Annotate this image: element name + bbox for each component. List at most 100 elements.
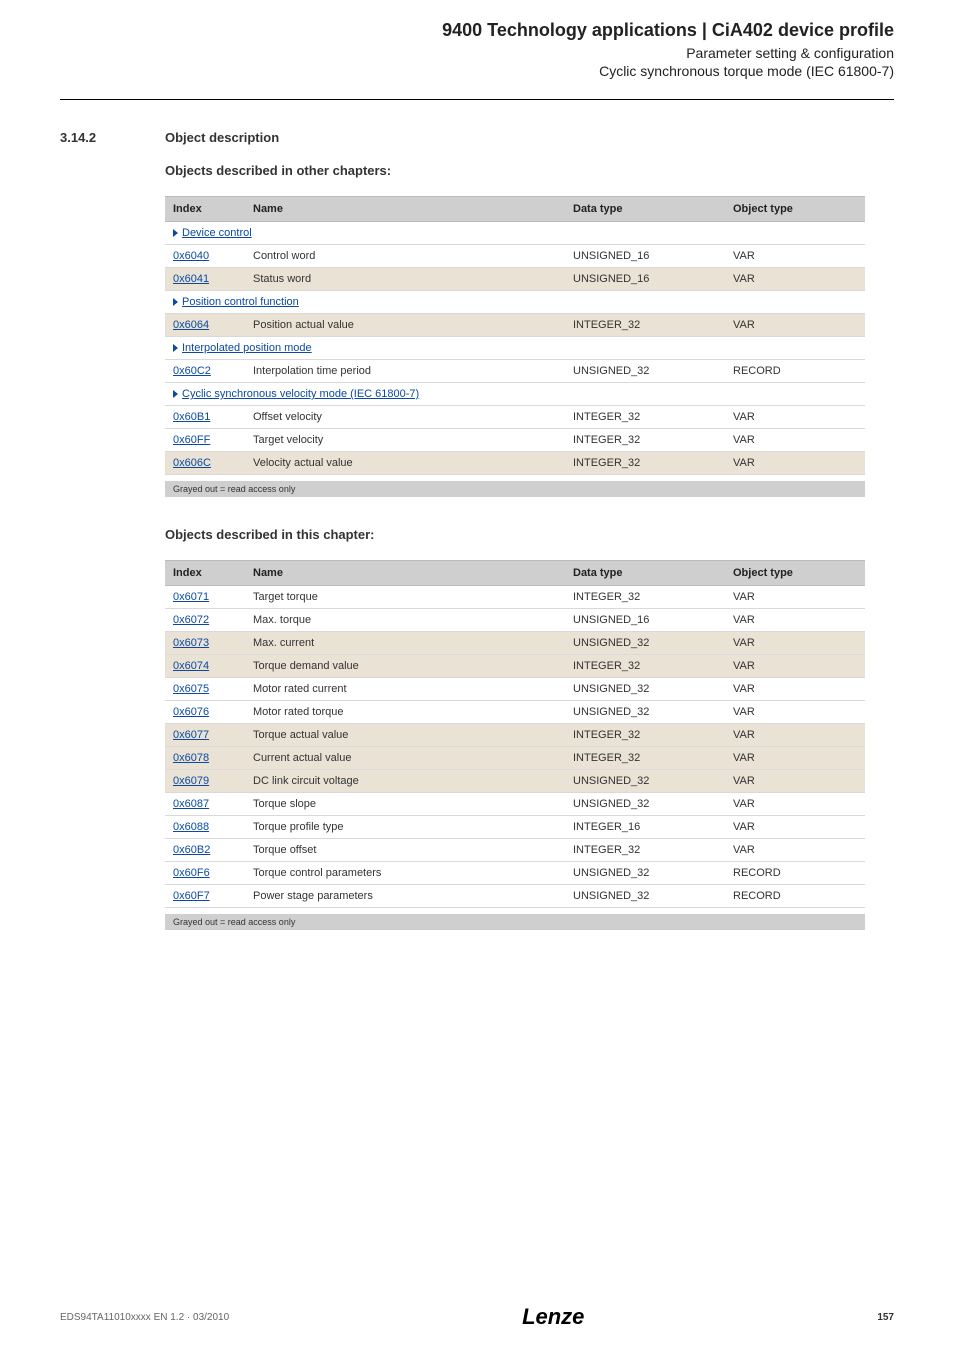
cell-name: Torque profile type (245, 816, 565, 839)
table-row: 0x6075 Motor rated current UNSIGNED_32 V… (165, 678, 865, 701)
index-link[interactable]: 0x6088 (173, 821, 209, 833)
cell-dtype: UNSIGNED_32 (565, 701, 725, 724)
table-row: 0x60B2 Torque offset INTEGER_32 VAR (165, 839, 865, 862)
cell-dtype: UNSIGNED_32 (565, 793, 725, 816)
cell-dtype: INTEGER_32 (565, 586, 725, 609)
index-link[interactable]: 0x6072 (173, 614, 209, 626)
group-link-device-control[interactable]: Device control (165, 222, 865, 245)
index-link[interactable]: 0x6040 (173, 250, 209, 262)
table-row: 0x606C Velocity actual value INTEGER_32 … (165, 452, 865, 475)
cell-name: Motor rated torque (245, 701, 565, 724)
table-row: 0x6041 Status word UNSIGNED_16 VAR (165, 268, 865, 291)
cell-name: Current actual value (245, 747, 565, 770)
cell-dtype: UNSIGNED_32 (565, 770, 725, 793)
cell-otype: VAR (725, 655, 865, 678)
th-name: Name (245, 561, 565, 586)
cell-dtype: UNSIGNED_32 (565, 678, 725, 701)
cell-otype: RECORD (725, 862, 865, 885)
table-row: 0x60F6 Torque control parameters UNSIGNE… (165, 862, 865, 885)
index-link[interactable]: 0x6041 (173, 273, 209, 285)
cell-dtype: INTEGER_32 (565, 314, 725, 337)
cell-name: Torque demand value (245, 655, 565, 678)
cell-otype: VAR (725, 678, 865, 701)
header-subtitle-2: Cyclic synchronous torque mode (IEC 6180… (60, 63, 894, 79)
cell-dtype: INTEGER_32 (565, 839, 725, 862)
cell-otype: VAR (725, 609, 865, 632)
cell-dtype: INTEGER_32 (565, 429, 725, 452)
cell-name: Power stage parameters (245, 885, 565, 908)
cell-dtype: INTEGER_32 (565, 655, 725, 678)
section-title: Object description (165, 130, 894, 145)
index-link[interactable]: 0x6064 (173, 319, 209, 331)
index-link[interactable]: 0x606C (173, 457, 211, 469)
cell-otype: VAR (725, 793, 865, 816)
cell-dtype: UNSIGNED_32 (565, 885, 725, 908)
table-row: 0x6087 Torque slope UNSIGNED_32 VAR (165, 793, 865, 816)
th-otype: Object type (725, 197, 865, 222)
subtitle-this-chapter: Objects described in this chapter: (165, 527, 894, 542)
table-row: 0x60FF Target velocity INTEGER_32 VAR (165, 429, 865, 452)
cell-otype: RECORD (725, 360, 865, 383)
cell-otype: VAR (725, 314, 865, 337)
cell-name: Status word (245, 268, 565, 291)
index-link[interactable]: 0x6075 (173, 683, 209, 695)
cell-name: Target torque (245, 586, 565, 609)
objects-other-table: Index Name Data type Object type Device … (165, 196, 865, 475)
cell-otype: VAR (725, 586, 865, 609)
cell-dtype: UNSIGNED_32 (565, 360, 725, 383)
cell-dtype: INTEGER_32 (565, 452, 725, 475)
section-heading-row: 3.14.2 Object description (100, 130, 894, 145)
cell-dtype: UNSIGNED_16 (565, 245, 725, 268)
table-row: 0x60F7 Power stage parameters UNSIGNED_3… (165, 885, 865, 908)
table-row: 0x6079 DC link circuit voltage UNSIGNED_… (165, 770, 865, 793)
index-link[interactable]: 0x6078 (173, 752, 209, 764)
index-link[interactable]: 0x60F6 (173, 867, 210, 879)
table-row: 0x6072 Max. torque UNSIGNED_16 VAR (165, 609, 865, 632)
footer-page-number: 157 (877, 1312, 894, 1323)
index-link[interactable]: 0x60FF (173, 434, 210, 446)
th-index: Index (165, 197, 245, 222)
cell-otype: VAR (725, 747, 865, 770)
group-link-cyclic-velocity[interactable]: Cyclic synchronous velocity mode (IEC 61… (165, 383, 865, 406)
index-link[interactable]: 0x60C2 (173, 365, 211, 377)
cell-name: Torque offset (245, 839, 565, 862)
index-link[interactable]: 0x6076 (173, 706, 209, 718)
th-name: Name (245, 197, 565, 222)
index-link[interactable]: 0x6077 (173, 729, 209, 741)
table-row: 0x6074 Torque demand value INTEGER_32 VA… (165, 655, 865, 678)
cell-name: Torque slope (245, 793, 565, 816)
page-footer: EDS94TA11010xxxx EN 1.2 · 03/2010 Lenze … (60, 1304, 894, 1330)
header-divider (60, 99, 894, 100)
cell-otype: VAR (725, 406, 865, 429)
table-row: 0x60C2 Interpolation time period UNSIGNE… (165, 360, 865, 383)
index-link[interactable]: 0x6074 (173, 660, 209, 672)
group-label: Cyclic synchronous velocity mode (IEC 61… (182, 388, 419, 400)
group-label: Interpolated position mode (182, 342, 312, 354)
header-title: 9400 Technology applications | CiA402 de… (60, 20, 894, 41)
table-row: 0x6064 Position actual value INTEGER_32 … (165, 314, 865, 337)
section-number: 3.14.2 (60, 130, 96, 145)
cell-name: Max. torque (245, 609, 565, 632)
cell-dtype: UNSIGNED_16 (565, 609, 725, 632)
cell-name: Torque control parameters (245, 862, 565, 885)
index-link[interactable]: 0x6073 (173, 637, 209, 649)
cell-otype: RECORD (725, 885, 865, 908)
table-row: 0x6076 Motor rated torque UNSIGNED_32 VA… (165, 701, 865, 724)
footer-logo: Lenze (522, 1304, 584, 1330)
group-link-position-control[interactable]: Position control function (165, 291, 865, 314)
cell-otype: VAR (725, 452, 865, 475)
index-link[interactable]: 0x60B1 (173, 411, 210, 423)
th-otype: Object type (725, 561, 865, 586)
index-link[interactable]: 0x6071 (173, 591, 209, 603)
cell-dtype: UNSIGNED_32 (565, 632, 725, 655)
caret-icon (173, 298, 178, 306)
index-link[interactable]: 0x6087 (173, 798, 209, 810)
table-row: 0x6073 Max. current UNSIGNED_32 VAR (165, 632, 865, 655)
th-dtype: Data type (565, 561, 725, 586)
cell-name: Target velocity (245, 429, 565, 452)
table-row: 0x6077 Torque actual value INTEGER_32 VA… (165, 724, 865, 747)
index-link[interactable]: 0x6079 (173, 775, 209, 787)
index-link[interactable]: 0x60F7 (173, 890, 210, 902)
index-link[interactable]: 0x60B2 (173, 844, 210, 856)
group-link-interpolated-position[interactable]: Interpolated position mode (165, 337, 865, 360)
